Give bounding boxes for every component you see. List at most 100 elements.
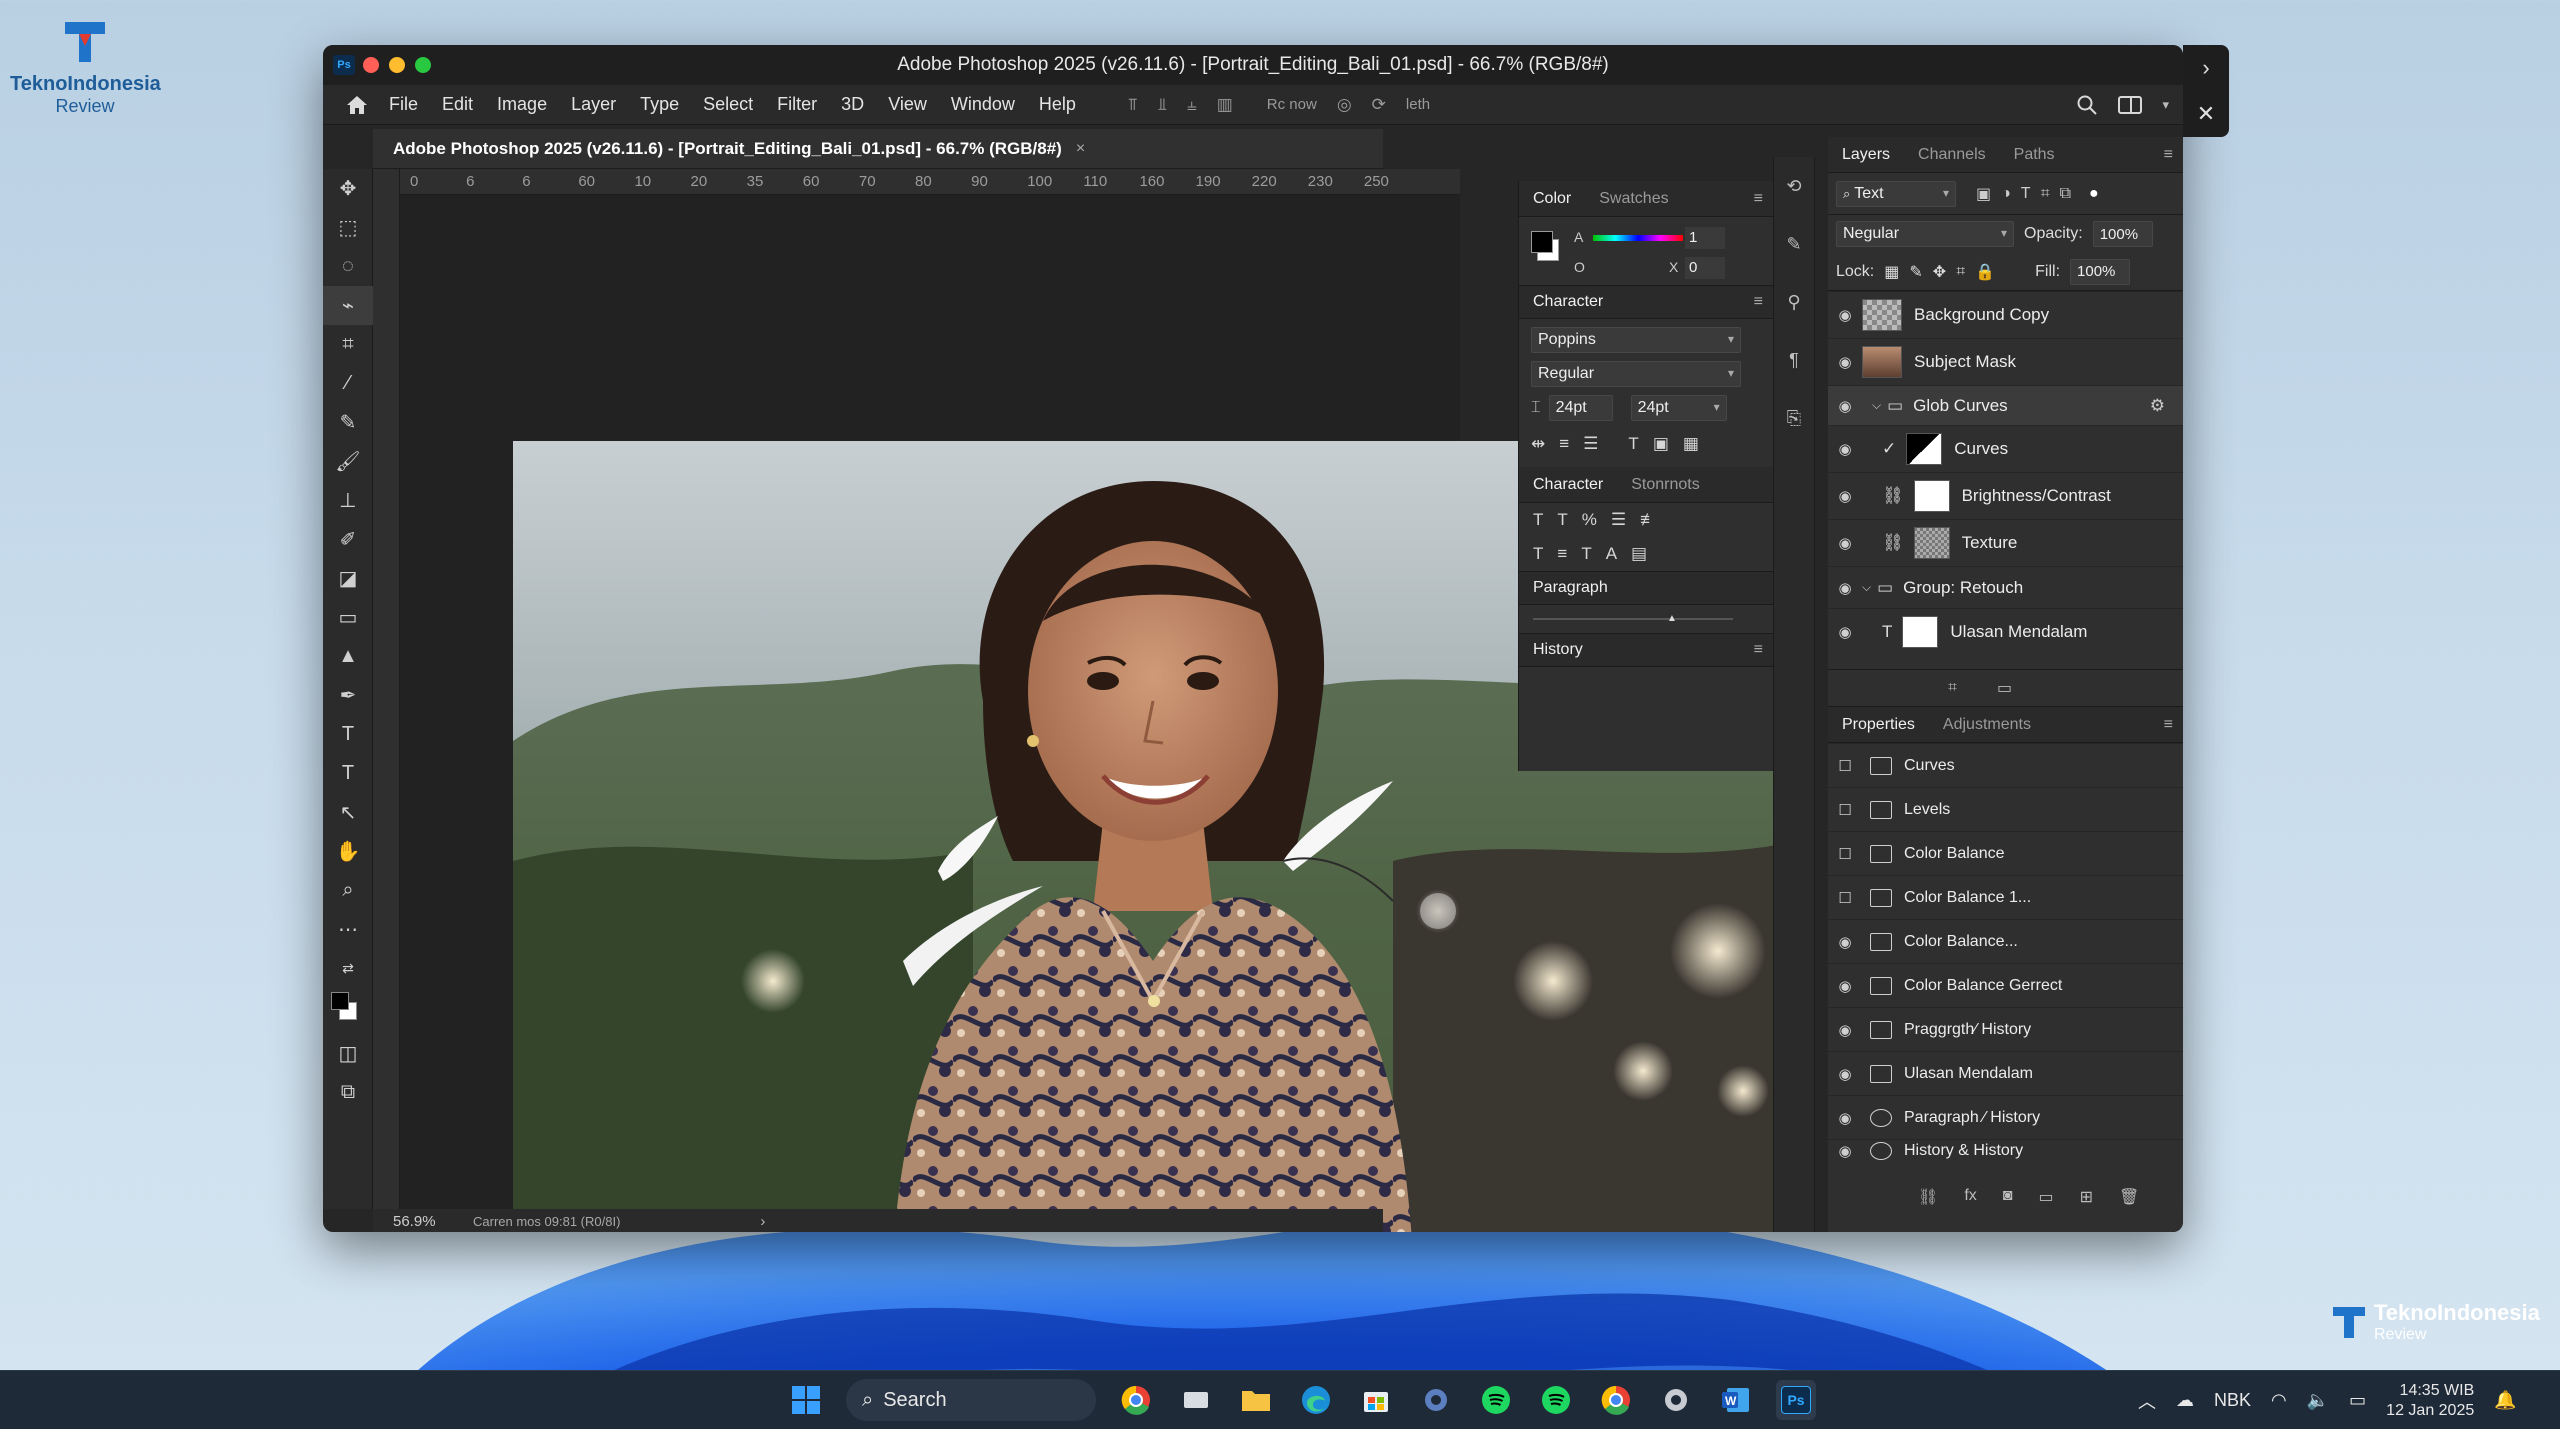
more-tools-icon[interactable]: ⋯ <box>323 910 373 949</box>
eye-icon[interactable]: ◉ <box>1828 487 1862 505</box>
maximize-window-button[interactable] <box>415 57 431 73</box>
language-indicator[interactable]: NBK <box>2214 1390 2251 1411</box>
quick-mask-icon[interactable]: ◫ <box>323 1034 373 1073</box>
paragraph-panel-icon[interactable]: ¶ <box>1774 331 1814 389</box>
text-warp-icon[interactable]: ▦ <box>1683 434 1699 454</box>
history-panel-header[interactable]: History ≡ <box>1519 633 1773 667</box>
document-info[interactable]: Carren mos 09:81 (R0/8I) <box>473 1214 620 1229</box>
filter-shape-icon[interactable]: ⌗ <box>2041 185 2050 203</box>
close-window-button[interactable] <box>363 57 379 73</box>
tab-channels[interactable]: Channels <box>1904 146 2000 164</box>
settings-gear-icon[interactable] <box>1416 1380 1456 1420</box>
chevron-down-icon[interactable]: ⌵ <box>1872 398 1881 413</box>
panel-menu-icon[interactable]: ≡ <box>1754 293 1763 311</box>
distribute-icon[interactable]: ▥ <box>1217 95 1233 115</box>
edge-icon[interactable] <box>1296 1380 1336 1420</box>
lock-position-icon[interactable]: ✥ <box>1933 262 1946 282</box>
filter-toggle-icon[interactable]: ● <box>2089 185 2099 203</box>
lock-transparent-icon[interactable]: ▦ <box>1884 262 1899 282</box>
eye-icon[interactable]: ◉ <box>1828 353 1862 371</box>
tab-color[interactable]: Color <box>1519 190 1585 208</box>
tab-properties[interactable]: Properties <box>1828 716 1929 734</box>
default-colors-icon[interactable]: ⇄ <box>323 949 373 988</box>
healing-brush-tool-icon[interactable]: ✎ <box>323 403 373 442</box>
fx-icon[interactable]: fx <box>1964 1187 1976 1207</box>
vertical-type-tool-icon[interactable]: T <box>323 754 373 793</box>
options-label-b[interactable]: leth <box>1406 96 1430 113</box>
menu-image[interactable]: Image <box>485 94 559 115</box>
chevron-right-icon[interactable]: › <box>760 1213 765 1230</box>
align-top-icon[interactable]: ⫪ <box>1128 95 1138 115</box>
align-justify-icon[interactable]: ☰ <box>1583 434 1598 454</box>
clone-source-icon[interactable]: ⚲ <box>1774 273 1814 331</box>
chevron-up-icon[interactable]: ︿ <box>2138 1388 2156 1414</box>
options-label-a[interactable]: Rc now <box>1267 96 1317 113</box>
eye-icon[interactable]: ◉ <box>1828 534 1862 552</box>
settings-gear-icon[interactable] <box>1656 1380 1696 1420</box>
tab-layers[interactable]: Layers <box>1828 146 1904 164</box>
move-tool-icon[interactable]: ✥ <box>323 169 373 208</box>
list-item[interactable]: ◉ Color Balance... <box>1828 919 2183 963</box>
filter-pixel-icon[interactable]: ▣ <box>1976 184 1991 204</box>
warp-icon[interactable]: ◎ <box>1337 95 1352 115</box>
history-panel-icon[interactable]: ⟲ <box>1774 157 1814 215</box>
menu-layer[interactable]: Layer <box>559 94 628 115</box>
pen-tool-icon[interactable]: ✒ <box>323 676 373 715</box>
eye-icon[interactable]: ◉ <box>1828 397 1862 415</box>
menu-filter[interactable]: Filter <box>765 94 829 115</box>
tab-paths[interactable]: Paths <box>2000 146 2069 164</box>
photoshop-taskbar-icon[interactable]: Ps <box>1776 1380 1816 1420</box>
panel-menu-icon[interactable]: ≡ <box>1754 190 1763 208</box>
brush-settings-icon[interactable]: ✎ <box>1774 215 1814 273</box>
font-size-field[interactable]: 24pt <box>1548 395 1613 421</box>
eye-icon[interactable]: ◉ <box>1828 579 1862 597</box>
settings-icon[interactable]: ⚙ <box>2150 396 2165 416</box>
faux-italic-icon[interactable]: T <box>1557 510 1567 530</box>
menu-type[interactable]: Type <box>628 94 691 115</box>
tab-adjustments[interactable]: Adjustments <box>1929 716 2045 734</box>
canvas-area[interactable] <box>400 195 1797 1232</box>
color-value-x[interactable]: 0 <box>1685 257 1725 279</box>
adjustment-visibility-icon[interactable]: ☐ <box>1828 757 1862 775</box>
battery-icon[interactable]: ▭ <box>2349 1390 2366 1411</box>
menu-3d[interactable]: 3D <box>829 94 876 115</box>
list-item[interactable]: ◉ Ulasan Mendalam <box>1828 1051 2183 1095</box>
filter-adjustment-icon[interactable]: ◑ <box>2001 185 2011 203</box>
list-item[interactable]: ☐ Color Balance <box>1828 831 2183 875</box>
document-tab[interactable]: Adobe Photoshop 2025 (v26.11.6) - [Portr… <box>373 139 1082 159</box>
menu-edit[interactable]: Edit <box>430 94 485 115</box>
start-icon[interactable] <box>786 1380 826 1420</box>
chevron-down-icon[interactable]: ▾ <box>2162 97 2169 113</box>
link-layers-icon[interactable]: ⌗ <box>1948 679 1957 697</box>
taskbar-search[interactable]: ⌕ Search <box>846 1379 1096 1421</box>
eye-icon[interactable]: ◉ <box>1828 306 1862 324</box>
align-center-icon[interactable]: ≡ <box>1559 434 1569 454</box>
menu-window[interactable]: Window <box>939 94 1027 115</box>
color-swatches[interactable] <box>323 988 372 1034</box>
chevron-right-icon[interactable]: › <box>2183 45 2229 91</box>
list-item[interactable]: ☐ Color Balance 1... <box>1828 875 2183 919</box>
clock[interactable]: 14:35 WIB 12 Jan 2025 <box>2386 1381 2474 1421</box>
list-item[interactable]: ☐ Curves <box>1828 743 2183 787</box>
faux-bold-icon[interactable]: T <box>1533 510 1543 530</box>
character-panel-header[interactable]: Character ≡ <box>1519 285 1773 319</box>
tab-stonrnots[interactable]: Stonrnots <box>1617 476 1713 494</box>
filter-smart-icon[interactable]: ⧉ <box>2060 185 2071 203</box>
layer-row[interactable]: ◉ Subject Mask <box>1828 338 2183 385</box>
eye-icon[interactable]: ◉ <box>1828 933 1862 951</box>
list-item[interactable]: ◉ Paragraph ⁄ History <box>1828 1095 2183 1139</box>
3d-mode-icon[interactable]: ⟳ <box>1372 95 1386 115</box>
paragraph-panel-header[interactable]: Paragraph <box>1519 571 1773 605</box>
paragraph-slider[interactable]: ▲ <box>1519 605 1773 633</box>
tracking-icon[interactable]: ⇹ <box>1531 434 1545 454</box>
panel-menu-icon[interactable]: ≡ <box>2164 146 2173 164</box>
word-icon[interactable]: W <box>1716 1380 1756 1420</box>
store-icon[interactable] <box>1356 1380 1396 1420</box>
dodge-tool-icon[interactable]: ▲ <box>323 637 373 676</box>
layer-row[interactable]: ◉ T Ulasan Mendalam <box>1828 608 2183 655</box>
layer-row[interactable]: ◉ ⛓ Brightness/Contrast <box>1828 472 2183 519</box>
layer-row[interactable]: ◉ Background Copy <box>1828 291 2183 338</box>
eye-icon[interactable]: ◉ <box>1828 623 1862 641</box>
superscript-icon[interactable]: % <box>1582 510 1597 530</box>
history-brush-tool-icon[interactable]: ✐ <box>323 520 373 559</box>
